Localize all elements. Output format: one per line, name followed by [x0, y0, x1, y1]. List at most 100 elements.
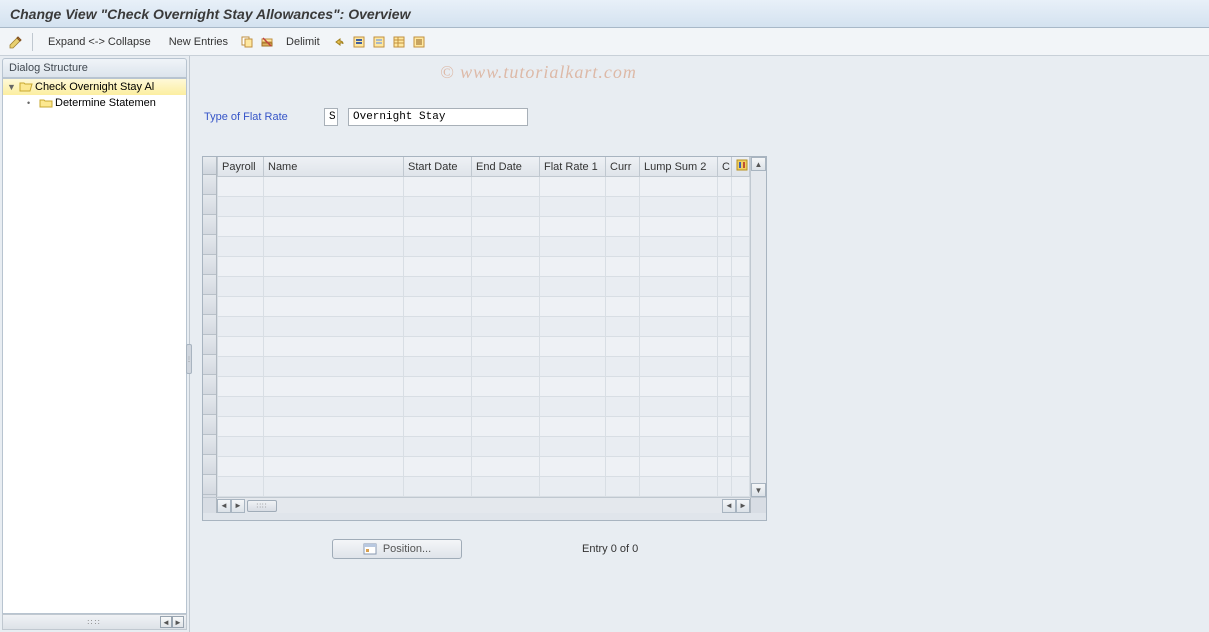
scroll-left-icon[interactable]: ◄ [160, 616, 172, 628]
table-cell[interactable] [264, 317, 404, 337]
table-cell[interactable] [640, 457, 718, 477]
table-cell[interactable] [218, 317, 264, 337]
table-cell[interactable] [606, 357, 640, 377]
table-cell[interactable] [732, 477, 750, 497]
delete-row-icon[interactable] [259, 34, 275, 50]
table-cell[interactable] [218, 297, 264, 317]
table-cell[interactable] [640, 437, 718, 457]
table-cell[interactable] [218, 197, 264, 217]
row-selector[interactable] [203, 395, 216, 415]
table-row[interactable] [218, 417, 750, 437]
table-cell[interactable] [264, 177, 404, 197]
table-cell[interactable] [264, 477, 404, 497]
table-cell[interactable] [404, 237, 472, 257]
scroll-up-icon[interactable]: ▲ [751, 157, 766, 171]
table-cell[interactable] [606, 317, 640, 337]
table-cell[interactable] [640, 397, 718, 417]
table-cell[interactable] [718, 177, 732, 197]
table-cell[interactable] [404, 477, 472, 497]
column-header[interactable]: Start Date [404, 157, 472, 177]
table-cell[interactable] [606, 457, 640, 477]
table-cell[interactable] [718, 357, 732, 377]
table-cell[interactable] [472, 197, 540, 217]
table-cell[interactable] [472, 477, 540, 497]
table-cell[interactable] [606, 297, 640, 317]
table-cell[interactable] [732, 297, 750, 317]
table-cell[interactable] [264, 217, 404, 237]
table-row[interactable] [218, 477, 750, 497]
table-cell[interactable] [732, 197, 750, 217]
table-row[interactable] [218, 297, 750, 317]
table-cell[interactable] [540, 277, 606, 297]
deselect-icon[interactable] [371, 34, 387, 50]
column-header[interactable]: Payroll [218, 157, 264, 177]
table-cell[interactable] [718, 397, 732, 417]
column-header[interactable]: Flat Rate 1 [540, 157, 606, 177]
table-cell[interactable] [264, 197, 404, 217]
row-selector[interactable] [203, 475, 216, 495]
table-cell[interactable] [472, 457, 540, 477]
row-selector[interactable] [203, 275, 216, 295]
pencil-icon[interactable] [8, 34, 24, 50]
table-cell[interactable] [264, 257, 404, 277]
table-cell[interactable] [732, 217, 750, 237]
table-cell[interactable] [718, 217, 732, 237]
table-cell[interactable] [264, 337, 404, 357]
table-cell[interactable] [718, 477, 732, 497]
row-selector[interactable] [203, 435, 216, 455]
table-cell[interactable] [264, 277, 404, 297]
column-header[interactable]: Curr [606, 157, 640, 177]
table-cell[interactable] [540, 417, 606, 437]
table-cell[interactable] [264, 377, 404, 397]
table-cell[interactable] [732, 397, 750, 417]
table-row[interactable] [218, 217, 750, 237]
table-cell[interactable] [718, 337, 732, 357]
column-header[interactable]: C [718, 157, 732, 177]
table-cell[interactable] [218, 357, 264, 377]
table-cell[interactable] [640, 237, 718, 257]
sidebar-hscroll[interactable]: ∷∷ ◄ ► [2, 614, 187, 630]
table-row[interactable] [218, 377, 750, 397]
column-header[interactable]: Lump Sum 2 [640, 157, 718, 177]
table-cell[interactable] [640, 197, 718, 217]
vscroll-track[interactable] [751, 171, 766, 483]
table-cell[interactable] [606, 417, 640, 437]
table-cell[interactable] [540, 257, 606, 277]
table-row[interactable] [218, 357, 750, 377]
table-cell[interactable] [640, 477, 718, 497]
row-selector[interactable] [203, 455, 216, 475]
table-cell[interactable] [404, 297, 472, 317]
table-row[interactable] [218, 177, 750, 197]
row-selector[interactable] [203, 295, 216, 315]
table-cell[interactable] [640, 177, 718, 197]
table-row[interactable] [218, 457, 750, 477]
table-cell[interactable] [718, 277, 732, 297]
table-cell[interactable] [606, 437, 640, 457]
row-selector[interactable] [203, 335, 216, 355]
table-cell[interactable] [718, 257, 732, 277]
table-cell[interactable] [640, 377, 718, 397]
table-cell[interactable] [540, 437, 606, 457]
table-cell[interactable] [404, 437, 472, 457]
table-cell[interactable] [404, 357, 472, 377]
table-settings-icon[interactable] [391, 34, 407, 50]
table-cell[interactable] [640, 417, 718, 437]
table-cell[interactable] [264, 237, 404, 257]
table-row[interactable] [218, 257, 750, 277]
row-selector[interactable] [203, 175, 216, 195]
table-cell[interactable] [404, 177, 472, 197]
table-cell[interactable] [718, 417, 732, 437]
table-cell[interactable] [640, 317, 718, 337]
table-cell[interactable] [218, 217, 264, 237]
table-cell[interactable] [732, 237, 750, 257]
table-cell[interactable] [404, 317, 472, 337]
row-selector[interactable] [203, 375, 216, 395]
table-cell[interactable] [264, 417, 404, 437]
table-cell[interactable] [718, 237, 732, 257]
table-cell[interactable] [472, 377, 540, 397]
type-code-field[interactable]: S [324, 108, 338, 126]
row-selector[interactable] [203, 235, 216, 255]
vertical-scrollbar[interactable]: ▲ ▼ [750, 157, 766, 497]
row-selector[interactable] [203, 215, 216, 235]
table-cell[interactable] [472, 357, 540, 377]
